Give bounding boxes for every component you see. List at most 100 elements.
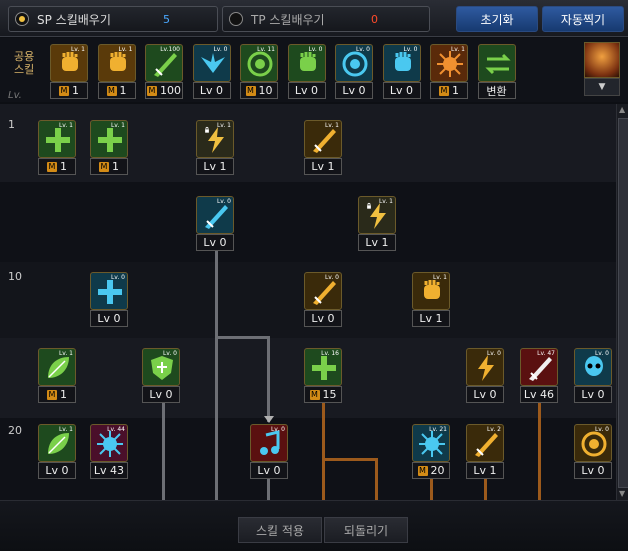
tree-skill-14-icon[interactable]: Lv. 47 bbox=[520, 348, 558, 386]
skill-level-value: M1 bbox=[38, 386, 76, 403]
portrait-dropdown-icon[interactable]: ▼ bbox=[584, 78, 620, 96]
skill-level-value: Lv 1 bbox=[358, 234, 396, 251]
undo-button[interactable]: 되돌리기 bbox=[324, 517, 408, 543]
tree-skill-5-icon[interactable]: Lv. 0 bbox=[196, 196, 234, 234]
skill-max-level: Lv. 1 bbox=[58, 350, 73, 357]
master-badge-icon: M bbox=[47, 389, 57, 400]
skill-max-level: Lv. 1 bbox=[216, 122, 231, 129]
connector-line bbox=[215, 246, 218, 500]
apply-skills-button[interactable]: 스킬 적용 bbox=[238, 517, 322, 543]
bottom-bar: 스킬 적용 되돌리기 bbox=[0, 500, 628, 551]
skill-level-value: Lv 0 bbox=[304, 310, 342, 327]
skill-max-level: Lv. 0 bbox=[213, 46, 228, 53]
common-skill-3-icon[interactable]: Lv.100 bbox=[145, 44, 183, 82]
skill-max-level: Lv. 1 bbox=[58, 426, 73, 433]
sp-skill-tab[interactable]: SP 스킬배우기 5 bbox=[8, 6, 218, 32]
skill-level-value: Lv 0 bbox=[335, 82, 373, 99]
skill-level-value: Lv 0 bbox=[192, 82, 231, 99]
scroll-up-icon[interactable]: ▲ bbox=[619, 106, 627, 114]
skill-level-value: Lv 0 bbox=[574, 462, 612, 479]
skill-level-value: Lv 0 bbox=[142, 386, 180, 403]
skill-level-value: Lv 0 bbox=[287, 82, 326, 99]
tree-skill-16-icon[interactable]: Lv. 1 bbox=[38, 424, 76, 462]
skill-max-level: Lv.100 bbox=[160, 46, 180, 53]
tree-skill-3-icon[interactable]: Lv. 1 bbox=[196, 120, 234, 158]
tree-skill-12-icon[interactable]: Lv. 16 bbox=[304, 348, 342, 386]
skill-max-level: Lv. 44 bbox=[107, 426, 125, 433]
tree-skill-18-icon[interactable]: Lv. 0 bbox=[250, 424, 288, 462]
common-skill-7-icon[interactable]: Lv. 0 bbox=[335, 44, 373, 82]
tp-skill-tab[interactable]: TP 스킬배우기 0 bbox=[222, 6, 430, 32]
skill-level-value: Lv 0 bbox=[466, 386, 504, 403]
auto-learn-button[interactable]: 자동찍기 bbox=[542, 6, 624, 32]
skill-level-value: M1 bbox=[97, 82, 136, 99]
tree-skill-10-icon[interactable]: Lv. 1 bbox=[38, 348, 76, 386]
common-skill-2-icon[interactable]: Lv. 1 bbox=[97, 44, 136, 82]
skill-level-value: 변환 bbox=[477, 82, 516, 99]
prereq-line bbox=[430, 478, 433, 500]
master-badge-icon: M bbox=[99, 161, 109, 172]
common-skill-10-icon[interactable] bbox=[477, 44, 516, 82]
row-level-1: 1 bbox=[8, 118, 15, 131]
skill-level-value: Lv 0 bbox=[250, 462, 288, 479]
tree-skill-15-icon[interactable]: Lv. 0 bbox=[574, 348, 612, 386]
skill-max-level: Lv. 1 bbox=[110, 122, 125, 129]
tree-scrollbar[interactable]: ▲ ▼ bbox=[616, 104, 628, 500]
connector-line bbox=[215, 336, 270, 339]
tree-skill-21-icon[interactable]: Lv. 0 bbox=[574, 424, 612, 462]
tree-skill-2-icon[interactable]: Lv. 1 bbox=[90, 120, 128, 158]
common-skill-6-icon[interactable]: Lv. 0 bbox=[287, 44, 326, 82]
skill-level-value: Lv 0 bbox=[38, 462, 76, 479]
common-skills-bar: 공용 스킬 Lv. 1 M 1 Lv. 1 M 1 Lv.100 M 100 Lv. 0 Lv 0 Lv… bbox=[0, 38, 628, 102]
tree-skill-4-icon[interactable]: Lv. 1 bbox=[304, 120, 342, 158]
skill-max-level: Lv. 47 bbox=[537, 350, 555, 357]
reset-button[interactable]: 초기화 bbox=[456, 6, 538, 32]
skill-level-value: M1 bbox=[38, 158, 76, 175]
skill-level-value: Lv 1 bbox=[466, 462, 504, 479]
scroll-thumb[interactable] bbox=[618, 118, 628, 488]
tree-skill-1-icon[interactable]: Lv. 1 bbox=[38, 120, 76, 158]
skill-max-level: Lv. 0 bbox=[486, 350, 501, 357]
skill-max-level: Lv. 11 bbox=[257, 46, 275, 53]
prereq-line bbox=[322, 398, 325, 500]
common-skill-9-icon[interactable]: Lv. 1 bbox=[430, 44, 468, 82]
sp-points: 5 bbox=[163, 12, 170, 26]
master-badge-icon: M bbox=[439, 85, 449, 96]
tree-skill-20-icon[interactable]: Lv. 2 bbox=[466, 424, 504, 462]
tree-skill-7-icon[interactable]: Lv. 0 bbox=[90, 272, 128, 310]
master-badge-icon: M bbox=[417, 465, 428, 476]
skill-level-value: M1 bbox=[430, 82, 468, 99]
skill-max-level: Lv. 0 bbox=[308, 46, 323, 53]
master-badge-icon: M bbox=[245, 85, 256, 96]
scroll-down-icon[interactable]: ▼ bbox=[619, 490, 627, 498]
prereq-line bbox=[375, 458, 378, 500]
tree-skill-9-icon[interactable]: Lv. 1 bbox=[412, 272, 450, 310]
tree-skill-6-icon[interactable]: Lv. 1 bbox=[358, 196, 396, 234]
tree-skill-11-icon[interactable]: Lv. 0 bbox=[142, 348, 180, 386]
tp-tab-label: TP 스킬배우기 bbox=[251, 12, 325, 27]
common-skill-8-icon[interactable]: Lv. 0 bbox=[382, 44, 421, 82]
skill-level-value: M 10 bbox=[240, 82, 278, 99]
prereq-line bbox=[322, 458, 377, 461]
tree-skill-13-icon[interactable]: Lv. 0 bbox=[466, 348, 504, 386]
skill-level-value: M 15 bbox=[304, 386, 342, 403]
skill-level-value: Lv 1 bbox=[412, 310, 450, 327]
common-skill-4-icon[interactable]: Lv. 0 bbox=[192, 44, 231, 82]
master-badge-icon: M bbox=[106, 85, 117, 96]
common-skill-5-icon[interactable]: Lv. 11 bbox=[240, 44, 278, 82]
common-skill-1-icon[interactable]: Lv. 1 bbox=[50, 44, 88, 82]
skill-max-level: Lv. 1 bbox=[378, 198, 393, 205]
connector-line bbox=[267, 336, 270, 422]
row-level-20: 20 bbox=[8, 424, 22, 437]
tree-skill-8-icon[interactable]: Lv. 0 bbox=[304, 272, 342, 310]
skill-max-level: Lv. 21 bbox=[429, 426, 447, 433]
tree-skill-17-icon[interactable]: Lv. 44 bbox=[90, 424, 128, 462]
skill-level-value: Lv 0 bbox=[382, 82, 421, 99]
tp-points: 0 bbox=[371, 12, 378, 26]
skill-level-value: Lv 46 bbox=[520, 386, 558, 403]
tp-radio-icon[interactable] bbox=[229, 12, 243, 26]
sp-radio-icon[interactable] bbox=[15, 12, 29, 26]
skill-max-level: Lv. 2 bbox=[486, 426, 501, 433]
tree-skill-19-icon[interactable]: Lv. 21 bbox=[412, 424, 450, 462]
character-portrait[interactable] bbox=[584, 42, 620, 78]
